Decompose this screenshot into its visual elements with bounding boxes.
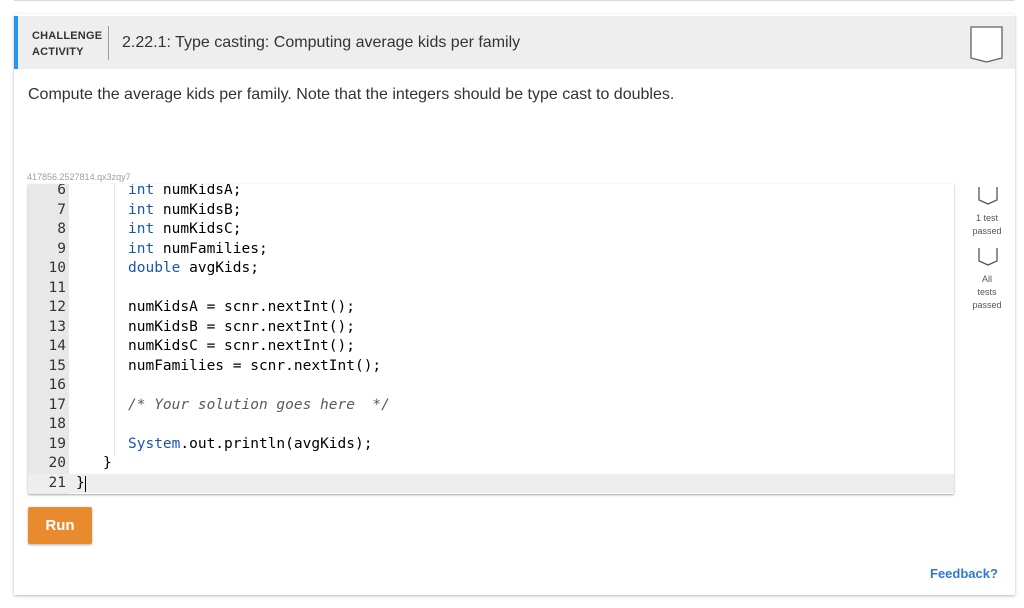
code-line[interactable]: 18 [28,415,954,435]
code-text: } [103,454,112,474]
code-keyword: int [128,221,155,237]
line-number: 6 [57,184,66,198]
instructions-text: Compute the average kids per family. Not… [28,86,675,103]
code-line[interactable]: 21} [28,473,954,494]
code-token: numFamilies; [154,240,268,257]
code-token: numKidsC; [154,221,242,237]
code-text: /* Your solution goes here */ [128,396,390,416]
activity-header: CHALLENGE ACTIVITY 2.22.1: Type casting:… [14,16,1015,69]
line-number: 12 [48,299,66,315]
code-token: } [103,455,112,471]
activity-kind-label: CHALLENGE ACTIVITY [32,28,108,60]
code-token: numKidsB; [154,201,242,218]
code-text: int numKidsC; [128,220,242,240]
completion-badge-icon [970,26,1003,63]
line-number: 8 [57,221,66,237]
code-token: } [76,474,85,491]
line-number: 13 [48,318,66,335]
indent-guide [114,184,115,457]
run-button[interactable]: Run [28,507,92,544]
code-line[interactable]: 6 int numKidsA; [28,184,954,201]
code-line[interactable]: 16 [28,376,954,396]
code-text: } [76,474,85,494]
test1-status-line2: passed [972,226,1002,236]
line-number: 9 [57,240,66,257]
code-text: numKidsB = scnr.nextInt(); [128,318,355,338]
header-accent-bar [14,16,18,69]
line-number: 19 [48,435,66,452]
code-keyword: int [128,201,155,218]
code-keyword: int [128,240,155,257]
activity-title: 2.22.1: Type casting: Computing average … [122,34,521,51]
activity-kind-line2: ACTIVITY [32,46,84,58]
code-comment: /* Your solution goes here */ [128,396,390,413]
code-keyword: int [128,184,155,198]
activity-kind-line1: CHALLENGE [32,30,103,42]
code-text: numKidsA = scnr.nextInt(); [128,298,355,318]
code-token: numKidsA; [154,184,242,198]
code-text: numKidsC = scnr.nextInt(); [128,337,355,357]
line-number: 7 [57,201,66,218]
code-text: int numKidsA; [128,184,242,201]
code-token: numKidsA = scnr.nextInt(); [128,299,355,315]
text-cursor [85,475,86,492]
line-number: 20 [48,455,66,471]
code-line[interactable]: 13 numKidsB = scnr.nextInt(); [28,318,954,338]
code-line[interactable]: 10 double avgKids; [28,259,954,279]
code-keyword: System [128,435,181,452]
code-line[interactable]: 8 int numKidsC; [28,220,954,240]
code-token: numFamilies = scnr.nextInt(); [128,357,382,374]
line-number: 17 [48,396,66,413]
code-text: numFamilies = scnr.nextInt(); [128,357,381,377]
header-divider [108,26,109,60]
test1-status-label: 1 test passed [972,212,1002,238]
code-token: numKidsB = scnr.nextInt(); [128,318,355,335]
code-token: .out.println(avgKids); [180,435,373,452]
test1-status-line1: 1 test [975,213,998,223]
code-line[interactable]: 12 numKidsA = scnr.nextInt(); [28,298,954,318]
all-tests-status-line2: passed [972,300,1002,310]
code-line[interactable]: 7 int numKidsB; [28,201,954,221]
line-number: 15 [48,357,66,374]
line-number: 18 [48,416,66,432]
code-text: int numKidsB; [128,201,242,221]
code-text: System.out.println(avgKids); [128,435,372,455]
line-number: 10 [48,260,66,276]
line-number: 21 [48,474,66,491]
code-line[interactable]: 11 [28,279,954,299]
code-keyword: double [128,260,181,276]
code-text: int numFamilies; [128,240,268,260]
code-token: numKidsC = scnr.nextInt(); [128,338,355,354]
all-tests-status-line1: All tests [977,274,997,297]
line-number: 14 [48,338,66,354]
test1-status-icon [978,187,998,205]
feedback-link[interactable]: Feedback? [930,566,998,581]
code-editor[interactable]: 6 int numKidsA; 7 int numKidsB; 8 int numKids… [28,184,954,494]
code-line[interactable]: 9 int numFamilies; [28,240,954,260]
code-line[interactable]: 19 System.out.println(avgKids); [28,435,954,455]
code-text: double avgKids; [128,259,259,279]
code-id: 417856.2527814.qx3zqy7 [27,172,131,182]
all-tests-status-icon [978,248,998,266]
all-tests-status-label: All tests passed [972,273,1002,312]
code-line[interactable]: 14 numKidsC = scnr.nextInt(); [28,337,954,357]
line-number: 16 [48,377,66,393]
challenge-activity-card: CHALLENGE ACTIVITY 2.22.1: Type casting:… [14,14,1015,595]
code-line[interactable]: 20} [28,454,954,474]
code-token: avgKids; [180,260,259,276]
top-rule [14,0,1014,1]
line-number: 11 [48,279,66,296]
code-line[interactable]: 15 numFamilies = scnr.nextInt(); [28,357,954,377]
code-line[interactable]: 17 /* Your solution goes here */ [28,396,954,416]
